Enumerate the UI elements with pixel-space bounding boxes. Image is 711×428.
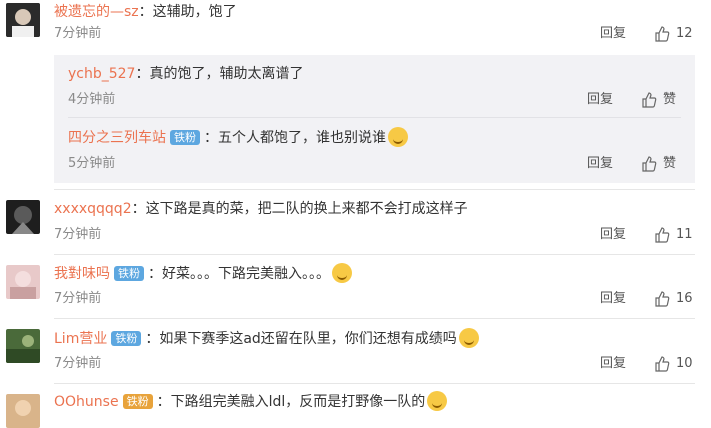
reply-button[interactable]: 回复 bbox=[600, 290, 626, 308]
username-link[interactable]: ychb_527 bbox=[68, 66, 135, 82]
comment-separator: ： bbox=[135, 66, 150, 82]
like-button[interactable]: 赞 bbox=[641, 155, 676, 173]
like-count: 12 bbox=[676, 26, 693, 41]
comment-text: 好菜。。。下路完美融入。。。 bbox=[162, 266, 330, 282]
thumbs-up-icon bbox=[655, 291, 670, 307]
reply-button[interactable]: 回复 bbox=[600, 25, 626, 43]
avatar-image bbox=[6, 200, 40, 234]
fan-badge: 铁粉 bbox=[114, 266, 144, 281]
thumbs-up-icon bbox=[642, 156, 657, 172]
divider bbox=[68, 117, 681, 118]
question-emoji-icon bbox=[458, 328, 479, 348]
avatar[interactable] bbox=[6, 394, 40, 428]
avatar-image bbox=[6, 329, 40, 363]
comment-time: 7分钟前 bbox=[54, 227, 102, 242]
fan-badge: 铁粉 bbox=[170, 130, 200, 145]
like-label: 赞 bbox=[663, 92, 677, 107]
like-button[interactable]: 赞 bbox=[641, 91, 676, 109]
comment-time: 7分钟前 bbox=[54, 291, 102, 306]
awkward-emoji-icon bbox=[332, 263, 352, 283]
comment-separator: ： bbox=[156, 394, 171, 410]
reply-button[interactable]: 回复 bbox=[600, 355, 626, 373]
divider bbox=[54, 189, 695, 190]
comment-line: Lim营业 铁粉 ：如果下赛季这ad还留在队里，你们还想有成绩吗 bbox=[54, 328, 479, 349]
comment-text: 这辅助，饱了 bbox=[152, 4, 237, 20]
like-button[interactable]: 16 bbox=[654, 290, 693, 308]
comment-separator: ： bbox=[148, 266, 162, 282]
comment-separator: ： bbox=[145, 331, 160, 347]
username-link[interactable]: 被遗忘的—sz bbox=[54, 4, 139, 20]
divider bbox=[54, 383, 695, 384]
avatar-image bbox=[6, 3, 40, 37]
comment-text: 如果下赛季这ad还留在队里，你们还想有成绩吗 bbox=[159, 331, 457, 347]
like-count: 16 bbox=[676, 291, 693, 306]
reply-button[interactable]: 回复 bbox=[587, 91, 613, 109]
divider bbox=[54, 318, 695, 319]
username-link[interactable]: 四分之三列车站 bbox=[68, 130, 166, 146]
thumbs-up-icon bbox=[655, 26, 670, 42]
like-button[interactable]: 12 bbox=[654, 25, 693, 43]
comment-line: 我對味吗 铁粉 ：好菜。。。下路完美融入。。。 bbox=[54, 263, 352, 284]
avatar-image bbox=[6, 394, 40, 428]
comment-text: 这下路是真的菜，把二队的换上来都不会打成这样子 bbox=[145, 201, 468, 217]
username-link[interactable]: Lim营业 bbox=[54, 331, 107, 347]
comment-time: 7分钟前 bbox=[54, 356, 102, 371]
thumbs-up-icon bbox=[655, 356, 670, 372]
avatar[interactable] bbox=[6, 329, 40, 363]
subreply-text: 真的饱了，辅助太离谱了 bbox=[149, 66, 304, 82]
subreply-time: 4分钟前 bbox=[68, 92, 116, 107]
comment-separator: ： bbox=[131, 201, 146, 217]
laugh-cry-emoji-icon bbox=[388, 127, 408, 147]
avatar[interactable] bbox=[6, 265, 40, 299]
comment-line: 被遗忘的—sz：这辅助，饱了 bbox=[54, 2, 237, 22]
comment-text: 下路组完美融入ldl，反而是打野像一队的 bbox=[170, 394, 426, 410]
username-link[interactable]: xxxxqqqq2 bbox=[54, 201, 132, 217]
fan-badge: 铁粉 bbox=[111, 331, 142, 346]
reply-button[interactable]: 回复 bbox=[600, 226, 626, 244]
like-label: 赞 bbox=[663, 156, 677, 171]
comment-time: 7分钟前 bbox=[54, 26, 102, 41]
like-button[interactable]: 10 bbox=[654, 355, 693, 373]
comment-line: xxxxqqqq2：这下路是真的菜，把二队的换上来都不会打成这样子 bbox=[54, 199, 468, 219]
avatar-image bbox=[6, 265, 40, 299]
thumbs-up-emoji-icon bbox=[427, 391, 448, 411]
username-link[interactable]: OOhunse bbox=[54, 394, 119, 410]
fan-badge: 铁粉 bbox=[122, 394, 153, 409]
thumbs-up-icon bbox=[642, 92, 657, 108]
subreply-text: 五个人都饱了，谁也别说谁 bbox=[218, 130, 386, 146]
like-count: 11 bbox=[676, 227, 693, 242]
comment-separator: ： bbox=[138, 4, 153, 20]
subreply-time: 5分钟前 bbox=[68, 156, 116, 171]
subreply-line: ychb_527：真的饱了，辅助太离谱了 bbox=[68, 64, 303, 84]
subreply-line: 四分之三列车站 铁粉 ：五个人都饱了，谁也别说谁 bbox=[68, 127, 408, 148]
reply-button[interactable]: 回复 bbox=[587, 155, 613, 173]
avatar[interactable] bbox=[6, 200, 40, 234]
like-button[interactable]: 11 bbox=[654, 226, 693, 244]
avatar[interactable] bbox=[6, 3, 40, 37]
comment-separator: ： bbox=[204, 130, 218, 146]
thumbs-up-icon bbox=[655, 227, 670, 243]
divider bbox=[54, 254, 695, 255]
username-link[interactable]: 我對味吗 bbox=[54, 266, 110, 282]
like-count: 10 bbox=[676, 356, 693, 371]
comment-line: OOhunse 铁粉 ：下路组完美融入ldl，反而是打野像一队的 bbox=[54, 391, 448, 412]
